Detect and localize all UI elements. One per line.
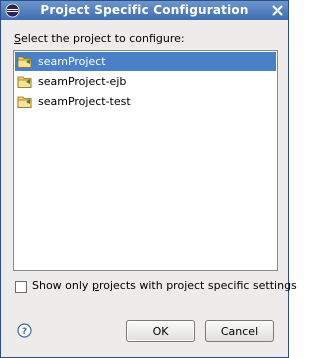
filter-mnemonic: p: [91, 279, 99, 292]
svg-text:?: ?: [22, 327, 27, 337]
list-item[interactable]: seamProject-test: [15, 92, 276, 111]
help-icon[interactable]: ?: [17, 323, 32, 338]
filter-label-before: Show only: [32, 279, 92, 292]
dialog-title: Project Specific Configuration: [40, 3, 249, 17]
prompt-label: Select the project to configure:: [14, 32, 185, 46]
close-icon[interactable]: [270, 3, 285, 18]
project-folder-icon: [17, 76, 32, 88]
project-list[interactable]: seamProject seamProject-ejb seamProject-…: [13, 50, 278, 271]
list-item-label: seamProject-ejb: [38, 75, 127, 88]
dialog-window: Project Specific Configuration Select th…: [0, 0, 297, 358]
project-folder-icon: [17, 56, 32, 68]
list-item-label: seamProject: [38, 55, 106, 68]
project-folder-icon: [17, 96, 32, 108]
list-item[interactable]: seamProject-ejb: [15, 72, 276, 91]
title-bar[interactable]: Project Specific Configuration: [1, 1, 288, 20]
filter-checkbox-label[interactable]: Show only projects with project specific…: [32, 279, 297, 293]
list-item-label: seamProject-test: [38, 95, 131, 108]
prompt-text: elect the project to configure:: [20, 32, 185, 45]
prompt-mnemonic: S: [14, 32, 21, 45]
ok-button[interactable]: OK: [126, 320, 195, 342]
filter-checkbox[interactable]: [15, 281, 27, 293]
cancel-button[interactable]: Cancel: [205, 320, 274, 342]
filter-label-after: rojects with project specific settings: [98, 279, 297, 292]
list-item[interactable]: seamProject: [15, 52, 276, 71]
